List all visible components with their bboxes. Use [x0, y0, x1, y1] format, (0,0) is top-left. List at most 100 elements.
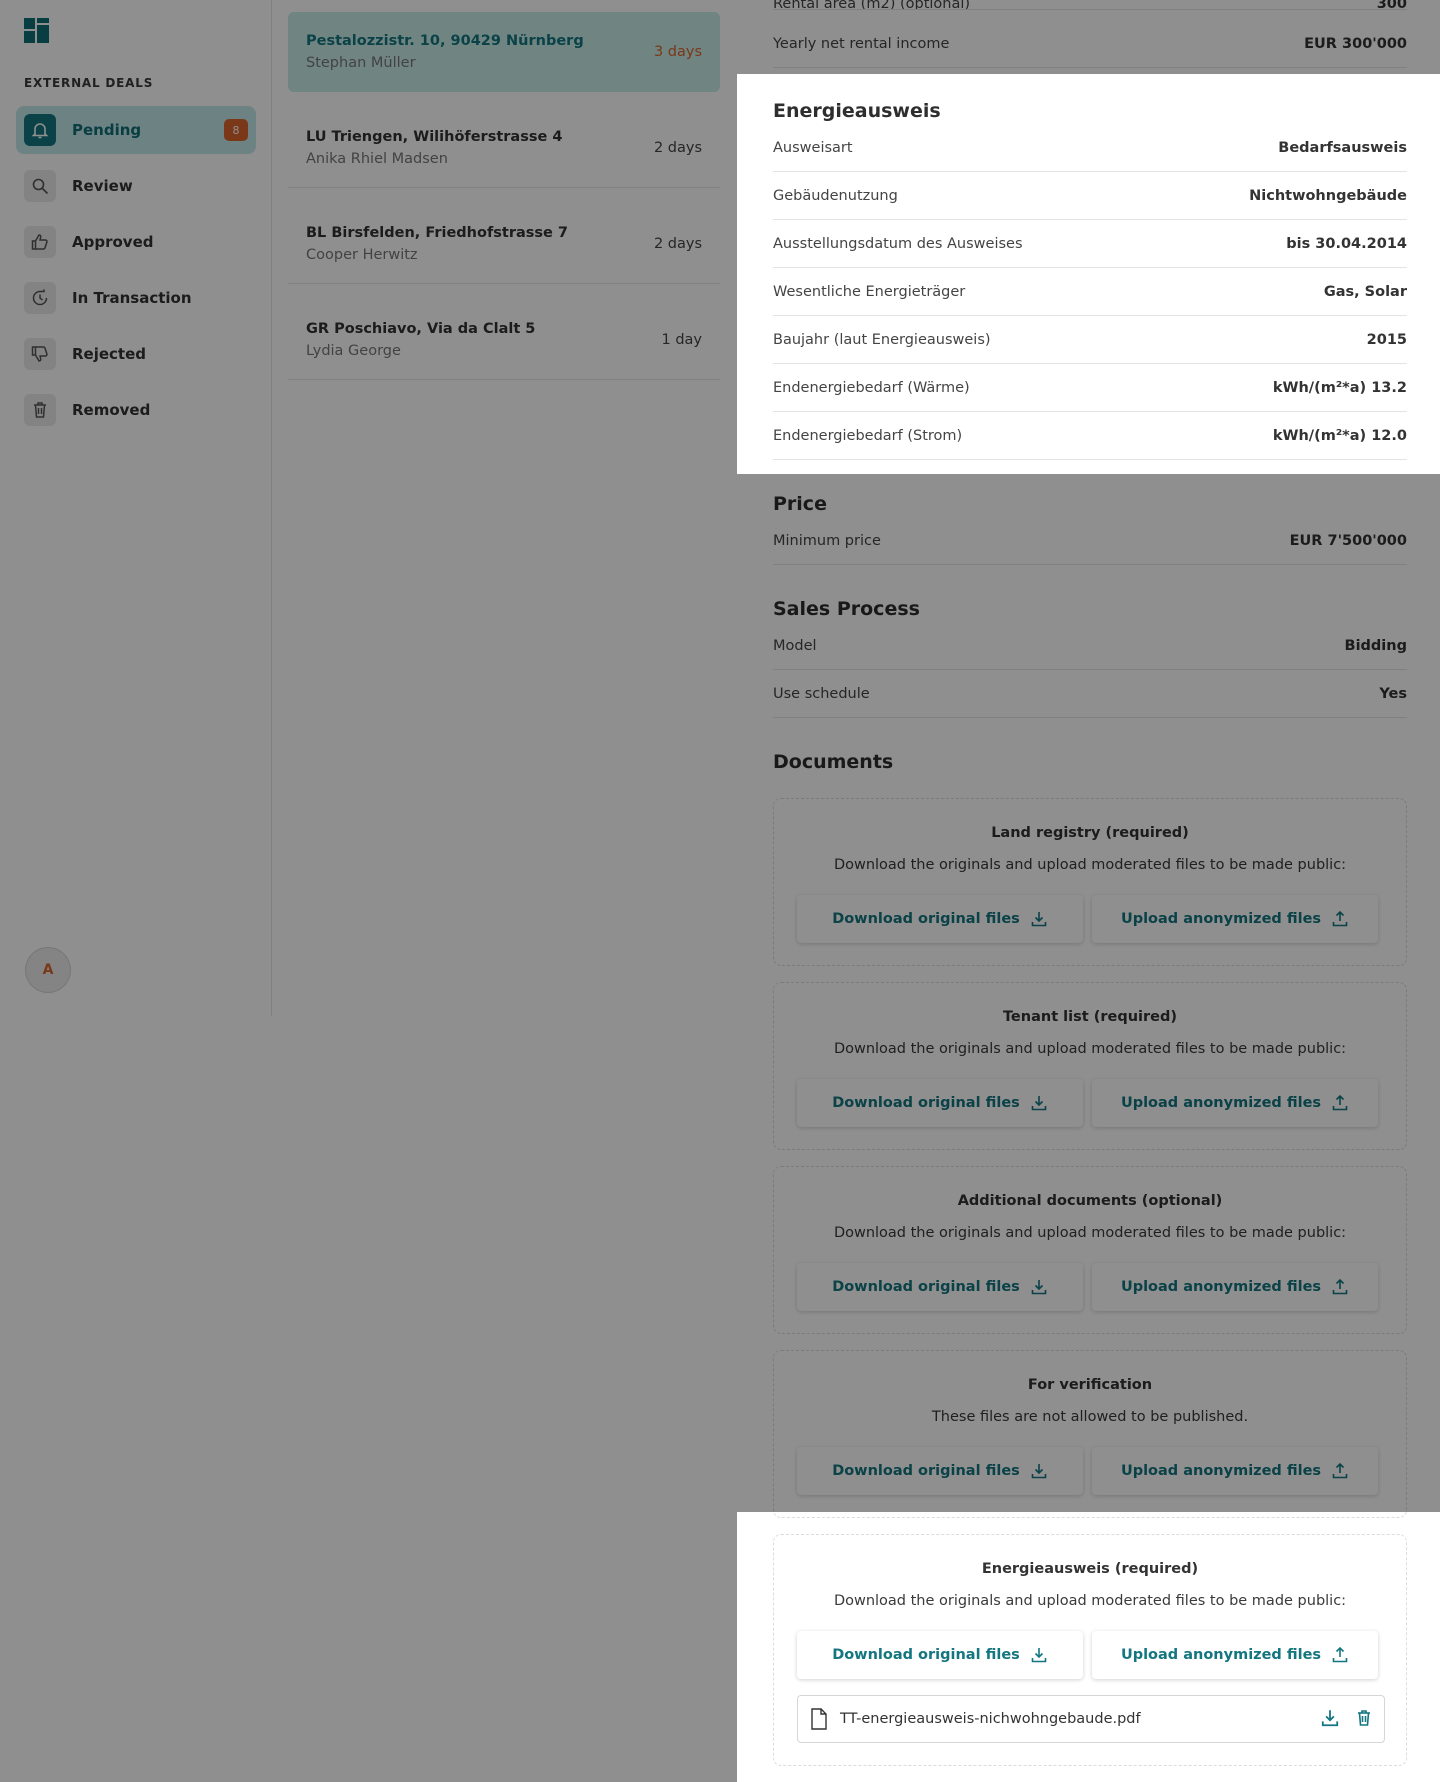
section-label: EXTERNAL DEALS	[24, 76, 154, 90]
button-label: Download original files	[832, 1647, 1020, 1663]
button-label: Upload anonymized files	[1120, 1095, 1322, 1111]
deal-owner: Stephan Müller	[306, 55, 416, 71]
upload-icon	[1332, 1462, 1348, 1479]
download-file-icon[interactable]	[1320, 1708, 1340, 1728]
detail-row: Gebäudenutzung Nichtwohngebäude	[773, 172, 1407, 220]
deal-owner: Anika Rhiel Madsen	[306, 150, 448, 167]
section-heading-documents: Documents	[773, 751, 894, 773]
download-original-files-button[interactable]: Download original files	[797, 1079, 1083, 1127]
thumbs-up-icon	[24, 226, 56, 258]
avatar[interactable]: A	[25, 947, 71, 993]
file-actions	[1320, 1708, 1374, 1728]
upload-anonymized-files-button[interactable]: Upload anonymized files	[1092, 1447, 1378, 1495]
download-icon	[1031, 1096, 1047, 1111]
sidebar-item-label: Review	[72, 177, 133, 195]
document-box-description: Download the originals and upload modera…	[833, 1225, 1347, 1241]
upload-icon	[1332, 1278, 1348, 1295]
sidebar-nav: Pending 8 Review Approved In Transaction	[16, 106, 256, 442]
detail-row: Model Bidding	[773, 622, 1407, 670]
uploaded-file-row: TT-energieausweis-nichwohngebaude.pdf	[797, 1695, 1385, 1743]
detail-row-label: Use schedule	[773, 685, 870, 702]
detail-row-label: Rental area (m2) (optional)	[773, 0, 971, 10]
sidebar-item-rejected[interactable]: Rejected	[16, 330, 256, 378]
detail-row: Ausweisart Bedarfsausweis	[773, 124, 1407, 172]
upload-icon	[1332, 1646, 1348, 1663]
detail-row-value: EUR 300'000	[1304, 35, 1407, 52]
document-box-title: Energieausweis (required)	[981, 1561, 1199, 1577]
sidebar-item-label: Pending	[72, 121, 142, 139]
document-box-energy-certificate: Energieausweis (required) Download the o…	[773, 1534, 1407, 1766]
deal-list-item[interactable]: LU Triengen, Wilihöferstrasse 4 Anika Rh…	[288, 108, 720, 188]
detail-row-label: Yearly net rental income	[773, 35, 950, 52]
download-original-files-button[interactable]: Download original files	[797, 1263, 1083, 1311]
deal-owner: Cooper Herwitz	[306, 246, 418, 263]
deal-age: 1 day	[661, 331, 702, 348]
progress-icon	[24, 282, 56, 314]
detail-row-value: Bidding	[1344, 637, 1407, 654]
sidebar-item-review[interactable]: Review	[16, 162, 256, 210]
detail-row-value: Nichtwohngebäude	[1249, 187, 1407, 204]
bell-icon	[24, 114, 56, 146]
detail-row-value: kWh/(m²*a) 13.2	[1272, 379, 1407, 396]
upload-anonymized-files-button[interactable]: Upload anonymized files	[1092, 1631, 1378, 1679]
download-original-files-button[interactable]: Download original files	[797, 1631, 1083, 1679]
deal-list-item[interactable]: Pestalozzistr. 10, 90429 Nürnberg Stepha…	[288, 12, 720, 92]
detail-row: Endenergiebedarf (Wärme) kWh/(m²*a) 13.2	[773, 364, 1407, 412]
sidebar-item-removed[interactable]: Removed	[16, 386, 256, 434]
document-box-description: Download the originals and upload modera…	[833, 1041, 1347, 1057]
download-icon	[1031, 1280, 1047, 1295]
deal-owner: Lydia George	[306, 342, 401, 359]
document-box-land-registry: Land registry (required) Download the or…	[773, 798, 1407, 966]
button-label: Download original files	[832, 911, 1020, 927]
sidebar-item-label: In Transaction	[72, 289, 192, 307]
button-label: Upload anonymized files	[1120, 1647, 1322, 1663]
detail-row-value: bis 30.04.2014	[1286, 235, 1407, 252]
detail-row-value: Bedarfsausweis	[1278, 139, 1407, 156]
sidebar-item-label: Removed	[72, 401, 151, 419]
app-logo-icon[interactable]	[24, 18, 49, 43]
detail-row: Wesentliche Energieträger Gas, Solar	[773, 268, 1407, 316]
sidebar-item-label: Rejected	[72, 345, 147, 363]
detail-row-label: Endenergiebedarf (Wärme)	[773, 379, 970, 396]
detail-row-label: Model	[773, 637, 817, 654]
trash-icon	[24, 394, 56, 426]
magnifier-icon	[24, 170, 56, 202]
sidebar-item-pending[interactable]: Pending 8	[16, 106, 256, 154]
document-box-additional: Additional documents (optional) Download…	[773, 1166, 1407, 1334]
deal-list-item[interactable]: BL Birsfelden, Friedhofstrasse 7 Cooper …	[288, 204, 720, 284]
section-heading-sales: Sales Process	[773, 598, 920, 620]
detail-row-yearly-income: Yearly net rental income EUR 300'000	[773, 20, 1407, 68]
delete-file-icon[interactable]	[1354, 1708, 1374, 1728]
detail-row-label: Endenergiebedarf (Strom)	[773, 427, 963, 444]
upload-anonymized-files-button[interactable]: Upload anonymized files	[1092, 1079, 1378, 1127]
detail-row-rental-area: Rental area (m2) (optional) 300	[773, 0, 1407, 10]
deal-list-item[interactable]: GR Poschiavo, Via da Clalt 5 Lydia Georg…	[288, 300, 720, 380]
sidebar-item-in-transaction[interactable]: In Transaction	[16, 274, 256, 322]
thumbs-down-icon	[24, 338, 56, 370]
document-box-description: These files are not allowed to be publis…	[931, 1409, 1249, 1425]
sidebar: EXTERNAL DEALS Pending 8 Review Approved	[0, 0, 272, 1016]
button-label: Download original files	[832, 1279, 1020, 1295]
upload-anonymized-files-button[interactable]: Upload anonymized files	[1092, 895, 1378, 943]
detail-row-value: 300	[1376, 0, 1407, 10]
deal-address: BL Birsfelden, Friedhofstrasse 7	[306, 224, 568, 241]
document-box-description: Download the originals and upload modera…	[833, 1593, 1347, 1609]
download-original-files-button[interactable]: Download original files	[797, 895, 1083, 943]
sidebar-item-approved[interactable]: Approved	[16, 218, 256, 266]
detail-row: Use schedule Yes	[773, 670, 1407, 718]
download-original-files-button[interactable]: Download original files	[797, 1447, 1083, 1495]
deal-age: 2 days	[653, 235, 702, 252]
detail-row: Endenergiebedarf (Strom) kWh/(m²*a) 12.0	[773, 412, 1407, 460]
document-box-tenant-list: Tenant list (required) Download the orig…	[773, 982, 1407, 1150]
button-label: Upload anonymized files	[1120, 1279, 1322, 1295]
detail-row-label: Ausweisart	[773, 139, 853, 156]
detail-row-value: kWh/(m²*a) 12.0	[1272, 427, 1407, 444]
detail-row: Minimum price EUR 7'500'000	[773, 517, 1407, 565]
upload-anonymized-files-button[interactable]: Upload anonymized files	[1092, 1263, 1378, 1311]
document-box-title: Tenant list (required)	[1002, 1009, 1178, 1025]
deal-age: 3 days	[653, 44, 702, 60]
deal-address: Pestalozzistr. 10, 90429 Nürnberg	[306, 33, 584, 49]
uploaded-file-name: TT-energieausweis-nichwohngebaude.pdf	[840, 1711, 1141, 1727]
button-label: Upload anonymized files	[1120, 911, 1322, 927]
deal-address: GR Poschiavo, Via da Clalt 5	[306, 320, 536, 337]
